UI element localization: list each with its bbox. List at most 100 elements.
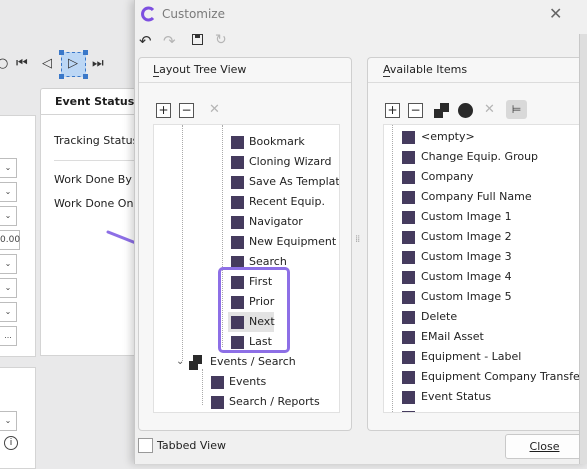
item-icon bbox=[402, 331, 415, 344]
available-item[interactable]: <empty> bbox=[402, 127, 475, 147]
available-item[interactable]: Equipment - Label bbox=[402, 347, 521, 367]
add-item-circle-icon[interactable] bbox=[458, 103, 473, 118]
last-record-icon[interactable]: ⏭ bbox=[92, 56, 104, 71]
tree-line bbox=[182, 125, 184, 361]
tree-item-events[interactable]: Events bbox=[211, 372, 266, 392]
title-underline bbox=[383, 76, 390, 77]
background-app-edge bbox=[579, 34, 587, 464]
field-label-work-done-on: Work Done On bbox=[54, 197, 134, 210]
available-item[interactable]: Custom Image 1 bbox=[402, 207, 512, 227]
item-icon bbox=[231, 196, 244, 209]
available-item[interactable]: Change Equip. Group bbox=[402, 147, 538, 167]
item-icon bbox=[231, 236, 244, 249]
tree-group-events-search[interactable]: ⌄ Events / Search bbox=[176, 352, 296, 372]
layout-tree[interactable]: Bookmark Cloning Wizard Save As Template… bbox=[153, 124, 340, 413]
item-icon bbox=[231, 216, 244, 229]
available-item[interactable]: Custom Image 5 bbox=[402, 287, 512, 307]
resize-handle-icon bbox=[83, 50, 88, 55]
expand-all-icon[interactable]: + bbox=[156, 103, 171, 118]
collapse-all-icon[interactable]: − bbox=[179, 103, 194, 118]
tab-label: Event Status bbox=[55, 95, 135, 108]
close-button-label: Close bbox=[529, 440, 560, 453]
close-icon[interactable]: ✕ bbox=[549, 4, 562, 23]
resize-handle-icon bbox=[83, 74, 88, 79]
combo-dropdown[interactable]: ⌄ bbox=[0, 254, 17, 274]
tree-view-icon[interactable]: ⊨ bbox=[506, 100, 527, 119]
panel-divider bbox=[368, 82, 587, 83]
more-button[interactable]: ... bbox=[0, 326, 17, 346]
tree-item-navigator[interactable]: Navigator bbox=[231, 212, 303, 232]
collapse-all-icon[interactable]: − bbox=[408, 103, 423, 118]
item-icon bbox=[402, 131, 415, 144]
item-icon bbox=[231, 176, 244, 189]
field-label-tracking-status: Tracking Status bbox=[54, 134, 139, 147]
item-icon bbox=[402, 191, 415, 204]
reset-icon: ↻ bbox=[215, 32, 227, 48]
highlight-box bbox=[218, 267, 290, 353]
combo-dropdown[interactable]: ⌄ bbox=[0, 302, 17, 322]
record-icon[interactable]: ○ bbox=[0, 56, 8, 71]
undo-icon[interactable]: ↶ bbox=[139, 32, 152, 50]
redo-icon: ↷ bbox=[163, 32, 176, 50]
item-icon bbox=[402, 231, 415, 244]
available-items-list[interactable]: <empty> Change Equip. Group Company Comp… bbox=[383, 124, 587, 413]
item-icon bbox=[402, 351, 415, 364]
resize-handle-icon bbox=[59, 50, 64, 55]
next-record-button[interactable]: ▷ bbox=[59, 50, 88, 79]
first-record-icon[interactable]: ⏮ bbox=[16, 56, 28, 71]
item-icon bbox=[402, 171, 415, 184]
combo-dropdown[interactable]: ⌄ bbox=[0, 158, 17, 178]
tree-item-recent-equip[interactable]: Recent Equip. bbox=[231, 192, 325, 212]
tree-item-cloning-wizard[interactable]: Cloning Wizard bbox=[231, 152, 331, 172]
save-icon[interactable] bbox=[192, 34, 203, 45]
item-icon bbox=[402, 371, 415, 384]
item-icon bbox=[402, 411, 415, 412]
tab-event-status[interactable]: Event Status bbox=[40, 88, 136, 115]
splitter-grip-icon[interactable]: ⁞⁞ bbox=[355, 234, 360, 245]
available-item[interactable]: Company bbox=[402, 167, 473, 187]
combo-dropdown[interactable]: ⌄ bbox=[0, 182, 17, 202]
item-icon bbox=[402, 211, 415, 224]
available-item[interactable]: Delete bbox=[402, 307, 457, 327]
available-items-title: Available Items bbox=[383, 63, 468, 76]
tabbed-view-checkbox[interactable] bbox=[138, 438, 153, 453]
available-item[interactable]: EMail Asset bbox=[402, 327, 484, 347]
close-button[interactable]: Close bbox=[505, 434, 584, 459]
remove-icon: ✕ bbox=[209, 102, 220, 117]
available-item[interactable]: Event Status bbox=[402, 387, 491, 407]
available-item[interactable]: Custom Image 2 bbox=[402, 227, 512, 247]
item-icon bbox=[211, 376, 224, 389]
available-item[interactable]: Custom Image 3 bbox=[402, 247, 512, 267]
panel-divider bbox=[139, 82, 351, 83]
group-icon bbox=[193, 355, 202, 364]
item-icon bbox=[231, 156, 244, 169]
tree-line bbox=[202, 369, 204, 405]
tabbed-view-label: Tabbed View bbox=[157, 439, 226, 452]
expand-all-icon[interactable]: + bbox=[385, 103, 400, 118]
item-icon bbox=[402, 151, 415, 164]
tree-item-search-reports[interactable]: Search / Reports bbox=[211, 392, 320, 412]
combo-dropdown[interactable]: ⌄ bbox=[0, 411, 17, 431]
dialog-title: Customize bbox=[162, 7, 225, 21]
item-icon bbox=[402, 311, 415, 324]
tree-item-new-equipment[interactable]: New Equipment bbox=[231, 232, 336, 252]
item-icon bbox=[402, 271, 415, 284]
value-field[interactable]: 0.00 bbox=[0, 230, 20, 250]
available-item[interactable]: Company Full Name bbox=[402, 187, 532, 207]
item-icon bbox=[402, 391, 415, 404]
item-icon bbox=[231, 136, 244, 149]
combo-dropdown[interactable]: ⌄ bbox=[0, 206, 17, 226]
layout-tree-title: Layout Tree View bbox=[153, 63, 247, 76]
available-item[interactable]: Equipment Company Transfer bbox=[402, 367, 584, 387]
tree-item-save-as-template[interactable]: Save As Template bbox=[231, 172, 339, 192]
customize-dialog: Customize ✕ ↶ ↷ ↻ Layout Tree View + − ✕… bbox=[134, 0, 587, 464]
item-icon bbox=[402, 291, 415, 304]
info-icon[interactable]: i bbox=[4, 436, 18, 450]
prior-record-icon[interactable]: ◁ bbox=[42, 56, 52, 71]
combo-dropdown[interactable]: ⌄ bbox=[0, 278, 17, 298]
resize-handle-icon bbox=[59, 74, 64, 79]
remove-icon: ✕ bbox=[484, 102, 495, 117]
available-item[interactable]: Custom Image 4 bbox=[402, 267, 512, 287]
field-label-work-done-by: Work Done By bbox=[54, 173, 132, 186]
tree-item-bookmark[interactable]: Bookmark bbox=[231, 132, 305, 152]
